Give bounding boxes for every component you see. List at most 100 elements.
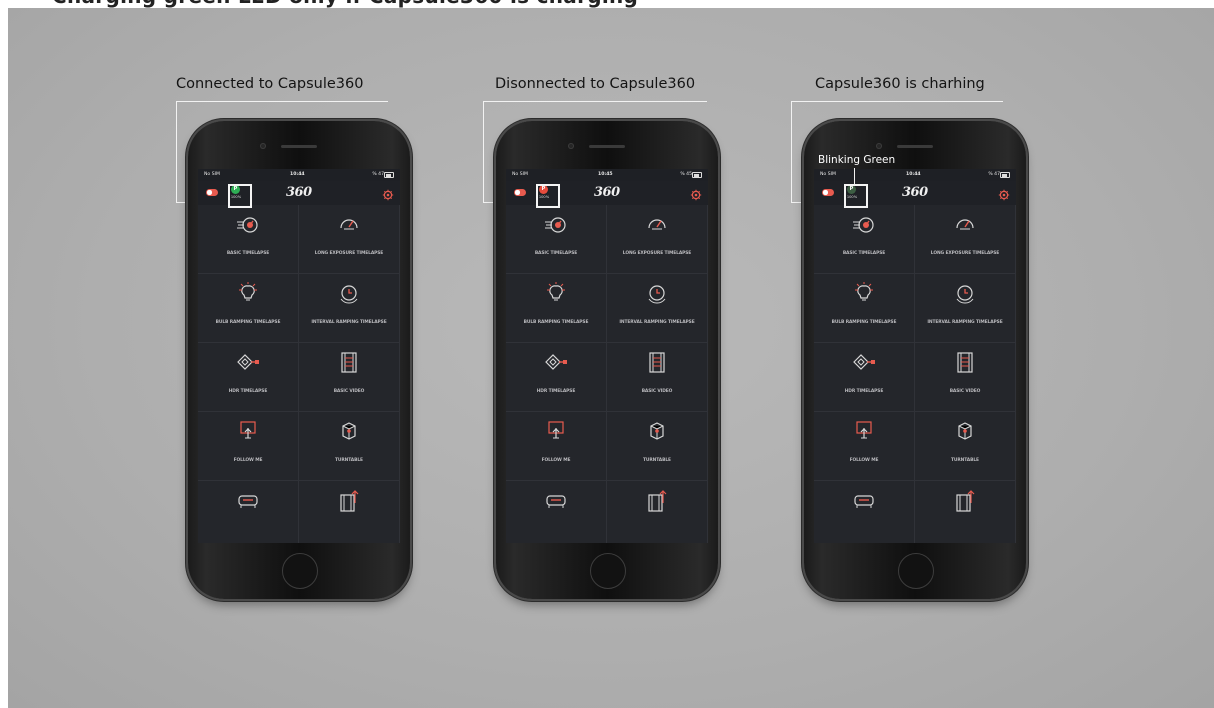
mode-label: BASIC VIDEO — [641, 389, 673, 394]
mode-tile[interactable] — [607, 481, 708, 543]
hdr-icon — [850, 349, 878, 375]
app-screen: No SIM 10:45% 45 P 100% 360 BASIC TIMELAPSE LO… — [506, 169, 708, 543]
bulb-icon — [234, 280, 262, 306]
mode-tile[interactable]: FOLLOW ME — [198, 412, 299, 481]
gear-icon[interactable] — [382, 186, 394, 201]
phone-disconnected: No SIM 10:45% 45 P 100% 360 BASIC TIMELAPSE LO… — [496, 121, 718, 599]
leader-line — [483, 101, 484, 203]
connection-toggle[interactable] — [206, 189, 218, 196]
connection-toggle[interactable] — [514, 189, 526, 196]
blinking-green-note: Blinking Green — [818, 154, 896, 166]
gear-icon[interactable] — [998, 186, 1010, 201]
earpiece-speaker — [589, 145, 625, 148]
carrier-label: No SIM — [512, 172, 528, 177]
home-button[interactable] — [898, 553, 934, 589]
turntable-icon — [335, 418, 363, 444]
mode-tile[interactable]: BASIC VIDEO — [607, 343, 708, 412]
top-strip: Charging green LED only if Capsule360 is… — [0, 0, 1214, 8]
mode-tile[interactable]: INTERVAL RAMPING TIMELAPSE — [915, 274, 1016, 343]
mode-label: FOLLOW ME — [849, 458, 879, 463]
mode-label: HDR TIMELAPSE — [536, 389, 576, 394]
battery-percent: % 45 — [680, 172, 692, 177]
basic-timelapse-icon — [542, 211, 570, 237]
long-exposure-icon — [643, 211, 671, 237]
clipped-heading: Charging green LED only if Capsule360 is… — [52, 0, 638, 8]
caption-connected: Connected to Capsule360 — [176, 76, 364, 92]
mode-tile[interactable]: LONG EXPOSURE TIMELAPSE — [299, 205, 400, 274]
caption-disconnected: Disonnected to Capsule360 — [495, 76, 696, 92]
mode-label: FOLLOW ME — [233, 458, 263, 463]
mode-tile[interactable]: TURNTABLE — [915, 412, 1016, 481]
mode-label: HDR TIMELAPSE — [844, 389, 884, 394]
leader-line — [791, 101, 1003, 102]
mode-tile[interactable]: BASIC VIDEO — [915, 343, 1016, 412]
follow-me-icon — [234, 418, 262, 444]
turntable-icon — [643, 418, 671, 444]
battery-icon — [692, 172, 702, 178]
status-time: 10:44 — [906, 172, 921, 177]
front-camera — [260, 143, 266, 149]
mode-tile[interactable] — [198, 481, 299, 543]
mode-tile[interactable]: TURNTABLE — [607, 412, 708, 481]
mode-tile[interactable] — [814, 481, 915, 543]
home-button[interactable] — [590, 553, 626, 589]
long-exposure-icon — [951, 211, 979, 237]
mode-tile[interactable]: HDR TIMELAPSE — [506, 343, 607, 412]
panorama-icon — [850, 487, 878, 513]
mode-tile[interactable]: LONG EXPOSURE TIMELAPSE — [915, 205, 1016, 274]
indicator-highlight-box — [228, 184, 252, 208]
earpiece-speaker — [897, 145, 933, 148]
app-logo: 360 — [286, 185, 312, 200]
mode-tile[interactable]: HDR TIMELAPSE — [814, 343, 915, 412]
battery-icon — [384, 172, 394, 178]
interval-ramping-icon — [335, 280, 363, 306]
mode-grid: BASIC TIMELAPSE LONG EXPOSURE TIMELAPSE BU… — [506, 205, 708, 543]
mode-tile[interactable] — [506, 481, 607, 543]
panorama-icon — [234, 487, 262, 513]
app-logo: 360 — [902, 185, 928, 200]
mode-grid: BASIC TIMELAPSE LONG EXPOSURE TIMELAPSE BU… — [198, 205, 400, 543]
home-button[interactable] — [282, 553, 318, 589]
phone-charging: No SIM 10:44% 47 P 100% 360 BASIC TIMELAPSE LO… — [804, 121, 1026, 599]
battery-percent: % 47 — [988, 172, 1000, 177]
earpiece-speaker — [281, 145, 317, 148]
turntable-icon — [951, 418, 979, 444]
basic-timelapse-icon — [234, 211, 262, 237]
mode-tile[interactable]: BASIC TIMELAPSE — [198, 205, 299, 274]
battery-percent: % 47 — [372, 172, 384, 177]
gear-icon[interactable] — [690, 186, 702, 201]
mode-label: TURNTABLE — [643, 458, 671, 463]
mode-label: BASIC TIMELAPSE — [226, 251, 270, 256]
app-logo: 360 — [594, 185, 620, 200]
status-time: 10:45 — [598, 172, 613, 177]
mode-grid: BASIC TIMELAPSE LONG EXPOSURE TIMELAPSE BU… — [814, 205, 1016, 543]
mode-tile[interactable]: BULB RAMPING TIMELAPSE — [506, 274, 607, 343]
mode-tile[interactable]: BASIC VIDEO — [299, 343, 400, 412]
mode-tile[interactable]: FOLLOW ME — [814, 412, 915, 481]
mode-tile[interactable]: BULB RAMPING TIMELAPSE — [198, 274, 299, 343]
mode-tile[interactable]: BULB RAMPING TIMELAPSE — [814, 274, 915, 343]
mode-label: TURNTABLE — [335, 458, 363, 463]
connection-toggle[interactable] — [822, 189, 834, 196]
interval-ramping-icon — [643, 280, 671, 306]
mode-tile[interactable]: FOLLOW ME — [506, 412, 607, 481]
mode-tile[interactable]: TURNTABLE — [299, 412, 400, 481]
mode-label: LONG EXPOSURE TIMELAPSE — [930, 251, 1000, 256]
mode-label: BASIC TIMELAPSE — [534, 251, 578, 256]
mode-tile[interactable]: INTERVAL RAMPING TIMELAPSE — [299, 274, 400, 343]
mode-label: TURNTABLE — [951, 458, 979, 463]
carrier-label: No SIM — [820, 172, 836, 177]
mode-label: LONG EXPOSURE TIMELAPSE — [622, 251, 692, 256]
mode-tile[interactable]: BASIC TIMELAPSE — [506, 205, 607, 274]
mode-tile[interactable] — [915, 481, 1016, 543]
mode-label: INTERVAL RAMPING TIMELAPSE — [619, 320, 695, 325]
film-icon — [951, 349, 979, 375]
mode-tile[interactable]: LONG EXPOSURE TIMELAPSE — [607, 205, 708, 274]
mode-label: FOLLOW ME — [541, 458, 571, 463]
mode-tile[interactable]: HDR TIMELAPSE — [198, 343, 299, 412]
mode-tile[interactable] — [299, 481, 400, 543]
mode-tile[interactable]: BASIC TIMELAPSE — [814, 205, 915, 274]
mode-tile[interactable]: INTERVAL RAMPING TIMELAPSE — [607, 274, 708, 343]
interval-ramping-icon — [951, 280, 979, 306]
mode-label: BASIC VIDEO — [949, 389, 981, 394]
